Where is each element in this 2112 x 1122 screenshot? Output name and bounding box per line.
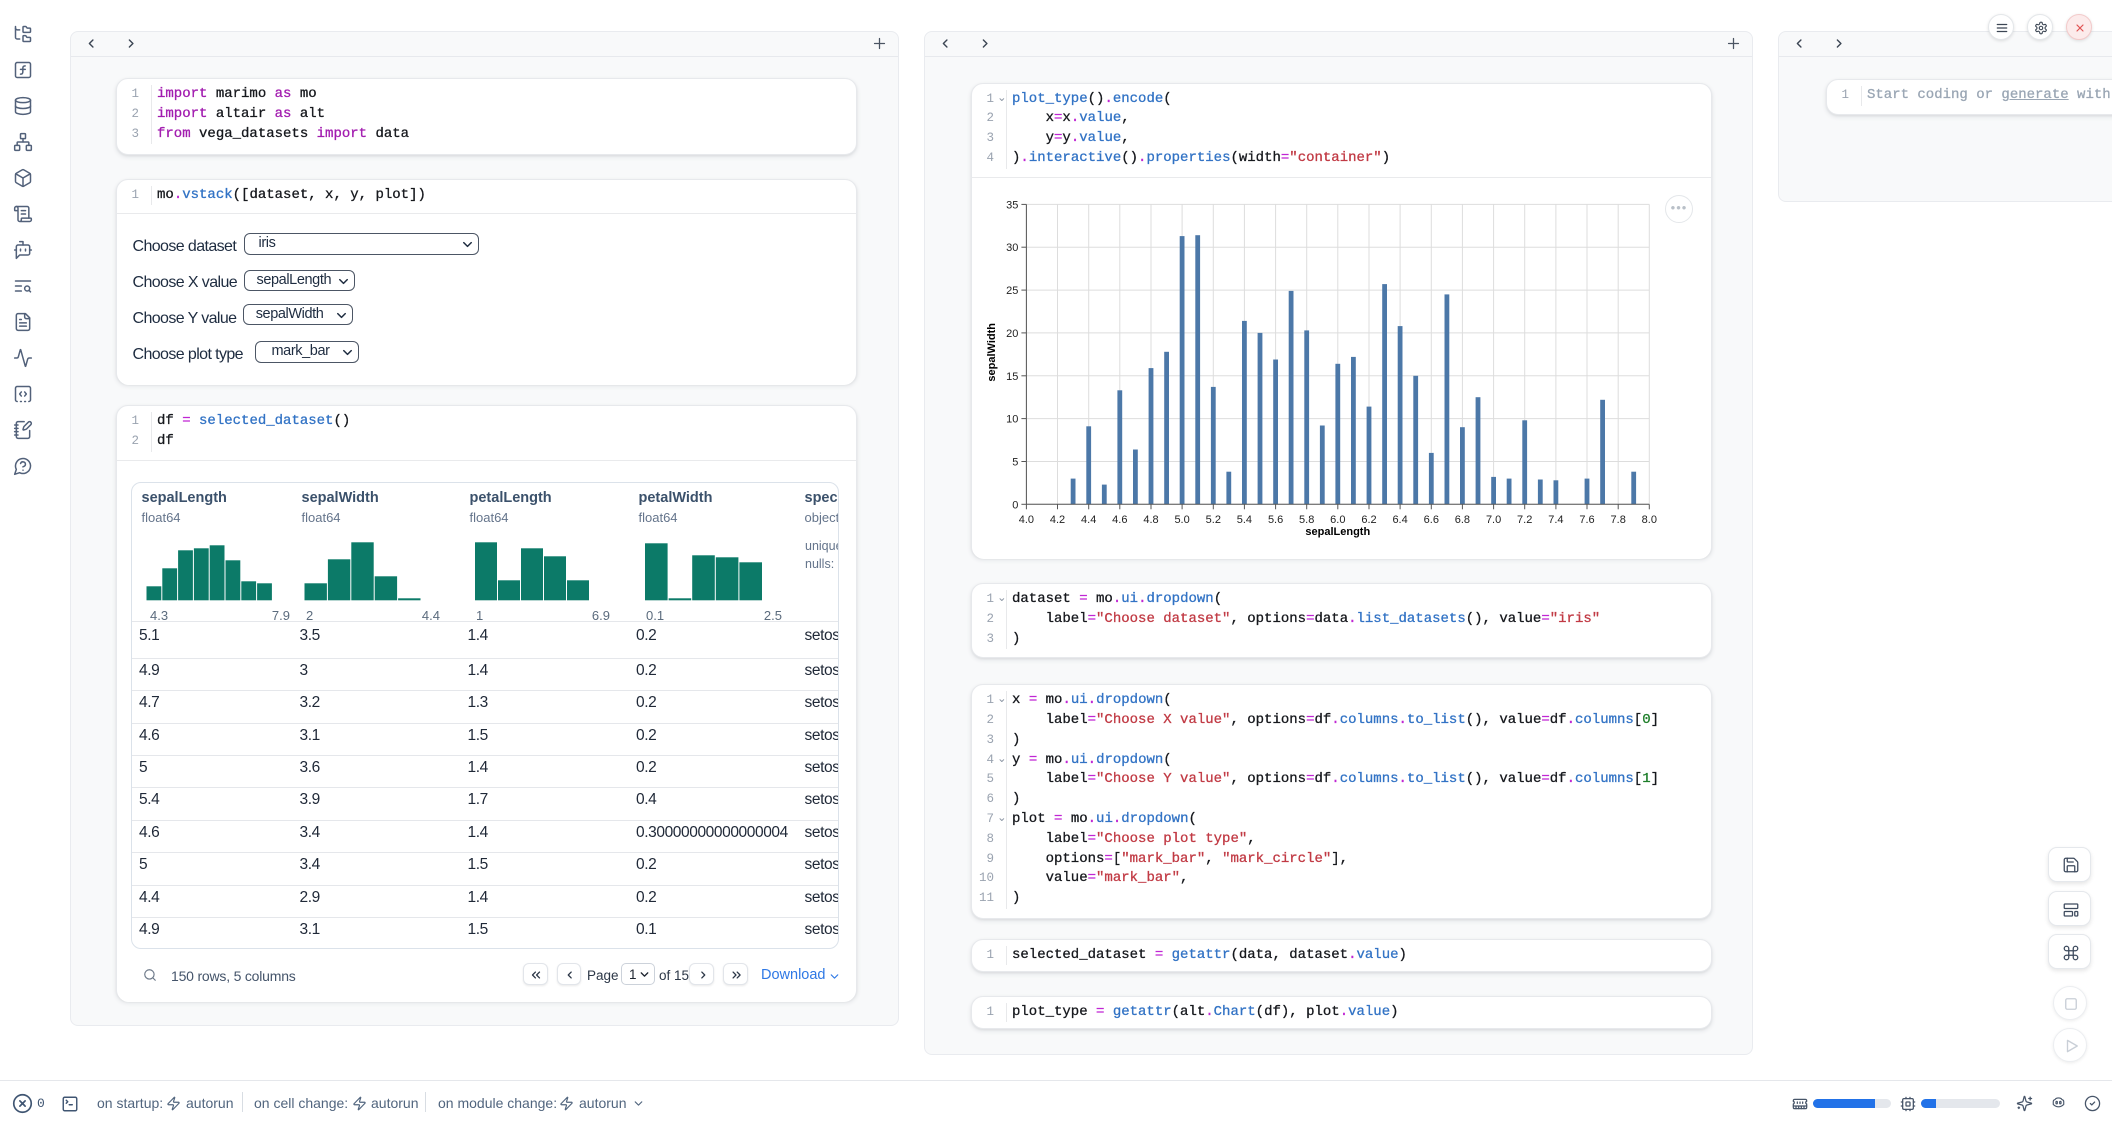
svg-text:15: 15 (1006, 371, 1018, 383)
svg-text:6.2: 6.2 (1361, 514, 1376, 526)
svg-text:sepalLength: sepalLength (1305, 526, 1370, 538)
svg-text:7.4: 7.4 (1548, 514, 1563, 526)
svg-text:30: 30 (1006, 242, 1018, 254)
svg-text:4.0: 4.0 (1019, 514, 1034, 526)
svg-text:7.0: 7.0 (1486, 514, 1501, 526)
svg-text:7.6: 7.6 (1579, 514, 1594, 526)
svg-text:5.6: 5.6 (1268, 514, 1283, 526)
svg-text:6.6: 6.6 (1424, 514, 1439, 526)
svg-text:10: 10 (1006, 413, 1018, 425)
svg-text:25: 25 (1006, 285, 1018, 297)
svg-text:5.2: 5.2 (1206, 514, 1221, 526)
svg-text:5.0: 5.0 (1174, 514, 1189, 526)
svg-text:35: 35 (1006, 199, 1018, 211)
svg-text:4.4: 4.4 (1081, 514, 1096, 526)
svg-text:4.2: 4.2 (1050, 514, 1065, 526)
svg-text:5: 5 (1012, 456, 1018, 468)
svg-text:6.8: 6.8 (1455, 514, 1470, 526)
svg-text:4.6: 4.6 (1112, 514, 1127, 526)
svg-text:5.8: 5.8 (1299, 514, 1314, 526)
svg-text:5.4: 5.4 (1237, 514, 1252, 526)
svg-text:7.8: 7.8 (1611, 514, 1626, 526)
svg-text:7.2: 7.2 (1517, 514, 1532, 526)
svg-text:6.0: 6.0 (1330, 514, 1345, 526)
svg-text:4.8: 4.8 (1143, 514, 1158, 526)
svg-text:0: 0 (1012, 499, 1018, 511)
svg-text:20: 20 (1006, 328, 1018, 340)
svg-text:6.4: 6.4 (1392, 514, 1407, 526)
svg-text:8.0: 8.0 (1642, 514, 1657, 526)
svg-text:sepalWidth: sepalWidth (986, 323, 998, 382)
